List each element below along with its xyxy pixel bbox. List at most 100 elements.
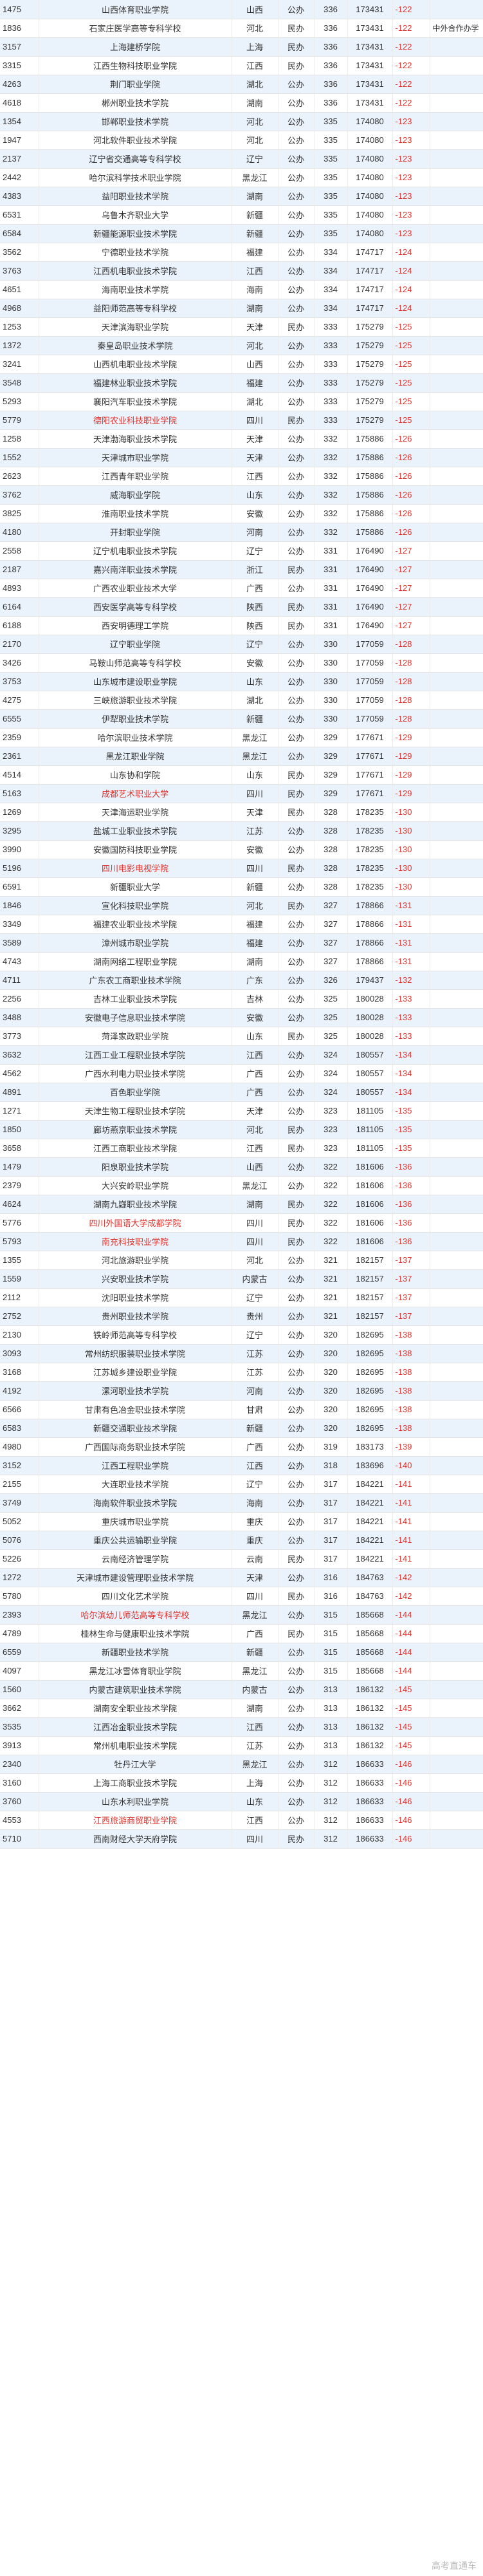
note-cell [430,896,483,915]
province-cell: 广西 [232,1437,278,1457]
note-cell [430,1605,483,1625]
province-cell: 上海 [232,1773,278,1793]
school-code-cell: 4893 [0,579,39,598]
school-name-cell: 邯郸职业技术学院 [39,112,232,131]
min-rank-cell: 176490 [347,579,393,598]
min-score-cell: 316 [314,1587,348,1606]
table-row: 1475 山西体育职业学院 山西 公办 336 173431 -122 [0,0,483,19]
school-name-cell: 桂林生命与健康职业技术学院 [39,1624,232,1643]
note-cell [430,1755,483,1774]
province-cell: 辽宁 [232,541,278,561]
province-cell: 云南 [232,1549,278,1569]
table-row: 5779 德阳农业科技职业学院 四川 民办 333 175279 -125 [0,411,483,430]
school-code-cell: 3562 [0,243,39,262]
school-code-cell: 5293 [0,392,39,411]
school-type-cell: 公办 [278,448,314,467]
province-cell: 天津 [232,1568,278,1587]
province-cell: 天津 [232,317,278,337]
school-name-cell: 辽宁机电职业技术学院 [39,541,232,561]
table-row: 5776 四川外国语大学成都学院 四川 民办 322 181606 -136 [0,1213,483,1233]
province-cell: 河北 [232,896,278,915]
min-rank-cell: 173431 [347,75,393,94]
school-code-cell: 1850 [0,1120,39,1139]
school-name-cell: 江西工程职业学院 [39,1456,232,1475]
min-rank-cell: 174080 [347,205,393,225]
table-row: 2130 铁岭师范高等专科学校 辽宁 公办 320 182695 -138 [0,1325,483,1345]
score-diff-cell: -131 [392,915,430,934]
score-diff-cell: -128 [392,672,430,691]
school-code-cell: 3760 [0,1792,39,1811]
school-type-cell: 公办 [278,429,314,449]
score-diff-cell: -141 [392,1493,430,1513]
note-cell [430,971,483,990]
score-diff-cell: -129 [392,747,430,766]
school-name-cell: 新疆职业大学 [39,877,232,897]
province-cell: 四川 [232,1829,278,1849]
min-score-cell: 317 [314,1512,348,1531]
school-name-cell: 新疆职业技术学院 [39,1643,232,1662]
school-name-cell: 辽宁职业学院 [39,635,232,654]
min-score-cell: 334 [314,280,348,299]
min-rank-cell: 186132 [347,1717,393,1737]
school-code-cell: 3315 [0,56,39,75]
school-type-cell: 民办 [278,1624,314,1643]
score-diff-cell: -126 [392,504,430,523]
note-cell [430,635,483,654]
min-score-cell: 336 [314,75,348,94]
school-type-cell: 民办 [278,859,314,878]
min-score-cell: 323 [314,1101,348,1121]
score-diff-cell: -133 [392,1027,430,1046]
min-rank-cell: 174717 [347,243,393,262]
min-rank-cell: 174080 [347,112,393,131]
province-cell: 福建 [232,933,278,953]
note-cell [430,1512,483,1531]
note-cell [430,747,483,766]
province-cell: 新疆 [232,709,278,729]
school-name-cell: 山西机电职业技术学院 [39,355,232,374]
table-row: 6566 甘肃有色冶金职业技术学院 甘肃 公办 320 182695 -138 [0,1400,483,1419]
note-cell [430,112,483,131]
table-row: 1372 秦皇岛职业技术学院 河北 公办 333 175279 -125 [0,336,483,355]
table-row: 3093 常州纺织服装职业技术学院 江苏 公办 320 182695 -138 [0,1344,483,1363]
province-cell: 海南 [232,280,278,299]
school-code-cell: 5076 [0,1531,39,1550]
school-type-cell: 民办 [278,1120,314,1139]
note-cell [430,299,483,318]
province-cell: 湖南 [232,952,278,971]
school-type-cell: 公办 [278,1531,314,1550]
province-cell: 湖南 [232,93,278,113]
table-row: 1258 天津渤海职业技术学院 天津 公办 332 175886 -126 [0,429,483,449]
school-type-cell: 民办 [278,56,314,75]
score-diff-cell: -144 [392,1661,430,1681]
score-diff-cell: -137 [392,1251,430,1270]
school-type-cell: 公办 [278,1680,314,1699]
school-name-cell: 漳州城市职业学院 [39,933,232,953]
score-diff-cell: -142 [392,1568,430,1587]
school-code-cell: 1372 [0,336,39,355]
school-name-cell: 江西机电职业技术学院 [39,261,232,281]
school-name-cell: 广西水利电力职业技术学院 [39,1064,232,1083]
province-cell: 江西 [232,1811,278,1830]
note-cell [430,1587,483,1606]
province-cell: 辽宁 [232,1475,278,1494]
school-code-cell: 5780 [0,1587,39,1606]
score-diff-cell: -126 [392,448,430,467]
school-type-cell: 公办 [278,915,314,934]
province-cell: 四川 [232,784,278,803]
table-row: 2340 牡丹江大学 黑龙江 公办 312 186633 -146 [0,1755,483,1774]
school-type-cell: 公办 [278,672,314,691]
min-rank-cell: 177059 [347,635,393,654]
table-row: 2137 辽宁省交通高等专科学校 辽宁 公办 335 174080 -123 [0,149,483,169]
note-cell [430,728,483,747]
min-rank-cell: 178235 [347,877,393,897]
school-type-cell: 公办 [278,840,314,859]
school-type-cell: 公办 [278,187,314,206]
school-name-cell: 新疆交通职业技术学院 [39,1419,232,1438]
province-cell: 重庆 [232,1531,278,1550]
min-score-cell: 320 [314,1419,348,1438]
score-diff-cell: -122 [392,93,430,113]
school-name-cell: 江西生物科技职业学院 [39,56,232,75]
score-diff-cell: -131 [392,933,430,953]
school-name-cell: 广西农业职业技术大学 [39,579,232,598]
school-code-cell: 3753 [0,672,39,691]
